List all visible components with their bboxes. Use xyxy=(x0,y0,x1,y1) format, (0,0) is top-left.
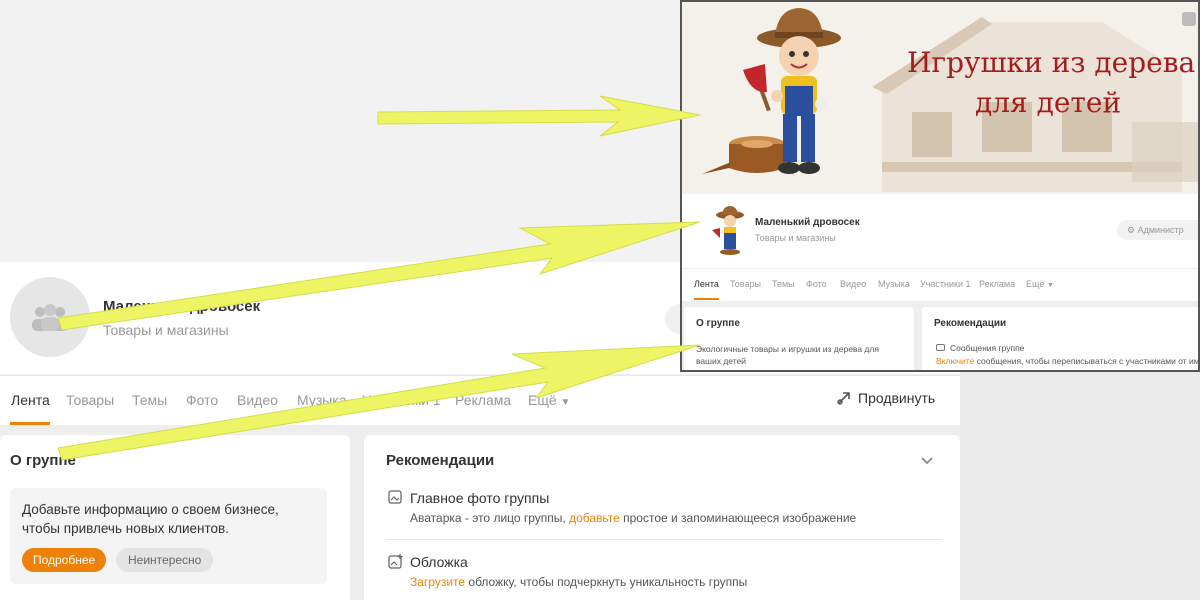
group-category: Товары и магазины xyxy=(103,322,229,338)
inset-tab-more-label: Ещё xyxy=(1026,279,1045,289)
inset-rec-title: Рекомендации xyxy=(934,318,1007,329)
inset-tab-members[interactable]: Участники 1 xyxy=(920,279,971,289)
tab-products[interactable]: Товары xyxy=(66,392,114,408)
inset-group-category: Товары и магазины xyxy=(755,233,836,243)
tab-video[interactable]: Видео xyxy=(237,392,278,408)
inset-about-text: Экологичные товары и игрушки из дерева д… xyxy=(696,344,879,366)
inset-group-name: Маленький дровосек xyxy=(755,217,860,228)
tab-more[interactable]: Ещё ▼ xyxy=(528,392,570,408)
rec-main-photo-text: Аватарка - это лицо группы, xyxy=(410,511,570,525)
tab-bar: Лента Товары Темы Фото Видео Музыка Учас… xyxy=(0,375,960,425)
rec-upload-cover-link[interactable]: Загрузите xyxy=(410,575,465,589)
promote-icon xyxy=(837,392,850,405)
group-name: Маленький дровосек xyxy=(103,298,261,315)
tab-feed[interactable]: Лента xyxy=(11,392,50,408)
group-avatar-icon xyxy=(32,304,68,331)
business-info-box: Добавьте информацию о своем бизнесе, что… xyxy=(10,488,327,584)
caret-down-icon: ▼ xyxy=(560,397,571,408)
inset-tab-topics[interactable]: Темы xyxy=(772,279,795,289)
inset-about-title: О группе xyxy=(696,318,740,329)
not-interested-button[interactable]: Неинтересно xyxy=(116,548,214,572)
rec-cover-title: Обложка xyxy=(410,554,468,570)
add-image-icon xyxy=(388,554,403,569)
inset-rec-item-desc: Включите сообщения, чтобы переписываться… xyxy=(936,356,1200,366)
active-tab-indicator xyxy=(10,422,50,425)
tab-photo[interactable]: Фото xyxy=(186,392,218,408)
tab-music[interactable]: Музыка xyxy=(297,392,347,408)
inset-rec-item-title: Сообщения группе xyxy=(950,343,1025,353)
inset-group-header: Маленький дровосек Товары и магазины ⚙ А… xyxy=(682,198,1198,268)
inset-caret-down-icon: ▼ xyxy=(1046,282,1054,289)
inset-tab-ads[interactable]: Реклама xyxy=(979,279,1015,289)
recommendations-title: Рекомендации xyxy=(386,452,495,469)
rec-main-photo-title: Главное фото группы xyxy=(410,490,550,506)
inset-rec-enable-link[interactable]: Включите xyxy=(936,356,974,366)
inset-cover: Игрушки из дерева для детей xyxy=(682,2,1198,194)
edit-cover-icon[interactable] xyxy=(1182,12,1196,26)
rec-main-photo-desc: Аватарка - это лицо группы, добавьте про… xyxy=(410,511,856,525)
recommendations-card: Рекомендации Главное фото группы Аватарк… xyxy=(364,435,960,600)
about-card: О группе Добавьте информацию о своем биз… xyxy=(0,435,350,600)
tab-ads[interactable]: Реклама xyxy=(455,392,511,408)
inset-tab-more[interactable]: Ещё ▼ xyxy=(1026,279,1054,289)
avatar[interactable] xyxy=(10,277,90,357)
inset-admin-icon: ⚙ xyxy=(1127,225,1136,235)
inset-tab-products[interactable]: Товары xyxy=(730,279,761,289)
image-icon xyxy=(388,490,402,504)
more-button[interactable]: Подробнее xyxy=(22,548,107,572)
inset-admin-label: Администр xyxy=(1137,225,1184,235)
inset-admin-button[interactable]: ⚙ Администр xyxy=(1117,220,1198,240)
promote-label: Продвинуть xyxy=(858,390,936,406)
inset-rec-item-text: сообщения, чтобы переписываться с участн… xyxy=(974,356,1200,366)
divider xyxy=(386,539,942,540)
rec-main-photo-text-end: простое и запоминающееся изображение xyxy=(619,511,857,525)
inset-screenshot: Игрушки из дерева для детей Маленький др… xyxy=(680,0,1200,372)
chevron-down-icon[interactable] xyxy=(920,453,934,467)
tab-members[interactable]: Участники 1 xyxy=(362,392,441,408)
tab-more-label: Ещё xyxy=(528,392,557,408)
inset-message-icon xyxy=(936,344,945,351)
inset-tab-music[interactable]: Музыка xyxy=(878,279,910,289)
lumberjack-illustration xyxy=(743,8,841,174)
inset-tab-feed[interactable]: Лента xyxy=(694,279,719,289)
about-title: О группе xyxy=(10,452,76,469)
tab-topics[interactable]: Темы xyxy=(132,392,167,408)
rec-cover-desc: Загрузите обложку, чтобы подчеркнуть уни… xyxy=(410,575,747,589)
inset-tab-video[interactable]: Видео xyxy=(840,279,866,289)
inset-avatar[interactable] xyxy=(708,206,748,256)
inset-recommendations-card: Рекомендации Сообщения группе Включите с… xyxy=(922,307,1200,370)
business-info-text: Добавьте информацию о своем бизнесе, что… xyxy=(22,502,279,536)
inset-about-card: О группе Экологичные товары и игрушки из… xyxy=(684,307,914,370)
inset-tab-bar: Лента Товары Темы Фото Видео Музыка Учас… xyxy=(682,268,1198,300)
rec-add-photo-link[interactable]: добавьте xyxy=(569,511,620,525)
banner-title-line1: Игрушки из дерева xyxy=(907,46,1196,79)
inset-body: О группе Экологичные товары и игрушки из… xyxy=(682,301,1200,370)
banner-title-line2: для детей xyxy=(975,86,1122,119)
inset-tab-photo[interactable]: Фото xyxy=(806,279,827,289)
promote-button[interactable]: Продвинуть xyxy=(836,390,935,406)
inset-active-tab-indicator xyxy=(694,298,719,300)
rec-cover-text: обложку, чтобы подчеркнуть уникальность … xyxy=(465,575,748,589)
